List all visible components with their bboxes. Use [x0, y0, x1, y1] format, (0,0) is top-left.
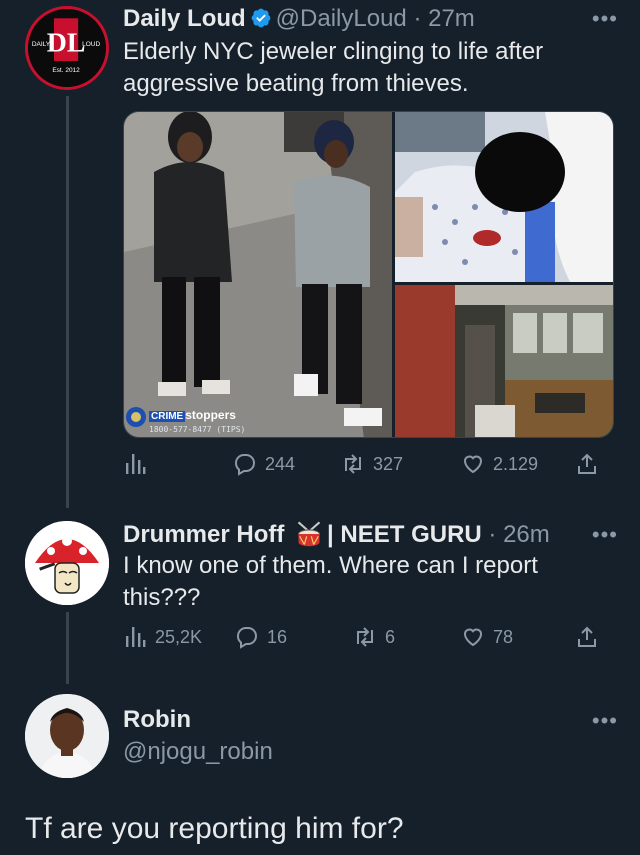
like-button[interactable]: 2.129	[461, 452, 538, 476]
timestamp[interactable]: 27m	[428, 5, 475, 32]
avatar-robin[interactable]	[25, 694, 109, 778]
more-icon[interactable]: •••	[592, 522, 618, 548]
reply-icon	[235, 454, 255, 476]
photo-suspects[interactable]: CRIME stoppers 1800-577-8477 (TIPS)	[124, 112, 392, 437]
tweet-text-line: Elderly NYC jeweler clinging to life aft…	[123, 38, 544, 65]
tweet2-action-bar: 25,2K 16 6 78	[123, 625, 603, 655]
display-name[interactable]: Robin	[123, 706, 191, 733]
tweet-header: Daily Loud @DailyLoud · 27m	[123, 5, 475, 33]
tweet-header: Drummer Hoff | NEET GURU · 26m	[123, 520, 550, 549]
like-icon	[463, 628, 483, 647]
analytics-button[interactable]	[123, 452, 147, 476]
handle[interactable]: @njogu_robin	[123, 738, 273, 766]
focused-tweet-text: Tf are you reporting him for?	[25, 812, 404, 845]
reply-button[interactable]: 244	[233, 452, 295, 476]
like-count: 2.129	[493, 453, 539, 474]
share-icon	[578, 453, 596, 474]
svg-text:LOUD: LOUD	[82, 41, 100, 48]
display-name[interactable]: Daily Loud	[123, 5, 246, 32]
retweet-icon	[357, 627, 373, 647]
thread-line	[66, 612, 69, 684]
retweet-count: 327	[373, 453, 404, 474]
svg-text:Est. 2012: Est. 2012	[52, 67, 80, 74]
svg-text:DAILY: DAILY	[32, 41, 51, 48]
share-button[interactable]	[575, 452, 599, 476]
tweet-text: I know one of them. Where can I report t…	[123, 550, 538, 614]
tweet-text-line: I know one of them. Where can I report	[123, 552, 538, 579]
retweet-count: 6	[385, 626, 396, 647]
photo-store-interior[interactable]	[395, 285, 613, 437]
timestamp[interactable]: 26m	[503, 521, 550, 548]
tweet-text-line: this???	[123, 584, 201, 611]
like-count: 78	[493, 626, 514, 647]
separator-dot: ·	[481, 521, 504, 548]
share-button[interactable]	[575, 625, 599, 649]
analytics-icon	[126, 454, 146, 474]
tweet-text: Elderly NYC jeweler clinging to life aft…	[123, 36, 543, 100]
like-button[interactable]: 78	[461, 625, 513, 649]
crimestoppers-phone: 1800-577-8477 (TIPS)	[149, 425, 246, 434]
avatar-daily-loud[interactable]: DL DAILY LOUD Est. 2012	[25, 6, 109, 90]
name-suffix[interactable]: | NEET GURU	[327, 521, 482, 548]
more-icon[interactable]: •••	[592, 708, 618, 734]
views-count: 25,2K	[155, 626, 203, 647]
retweet-button[interactable]: 327	[341, 452, 403, 476]
analytics-icon	[126, 627, 146, 647]
retweet-button[interactable]: 6	[353, 625, 395, 649]
retweet-icon	[345, 454, 361, 474]
crimestoppers-label: CRIME stoppers	[149, 408, 236, 422]
svg-text:DL: DL	[47, 28, 86, 59]
share-icon	[578, 626, 596, 647]
separator-dot: ·	[406, 5, 429, 32]
drum-icon	[297, 521, 321, 547]
reply-icon	[237, 627, 257, 649]
tweet-header: Robin	[123, 706, 191, 734]
thread-line	[66, 96, 69, 508]
tweet1-action-bar: 244 327 2.129	[123, 452, 603, 482]
tweet-text-line: aggressive beating from thieves.	[123, 70, 469, 97]
views-button[interactable]: 25,2K	[123, 625, 202, 649]
reply-button[interactable]: 16	[235, 625, 287, 649]
more-icon[interactable]: •••	[592, 6, 618, 32]
reply-count: 16	[267, 626, 288, 647]
photo-hospital[interactable]	[395, 112, 613, 282]
avatar-drummer-hoff[interactable]	[25, 521, 109, 605]
like-icon	[463, 455, 483, 474]
verified-badge-icon	[251, 8, 271, 28]
reply-count: 244	[265, 453, 296, 474]
handle[interactable]: @DailyLoud	[276, 5, 407, 32]
display-name[interactable]: Drummer Hoff	[123, 521, 284, 548]
media-grid[interactable]: CRIME stoppers 1800-577-8477 (TIPS)	[123, 111, 614, 438]
